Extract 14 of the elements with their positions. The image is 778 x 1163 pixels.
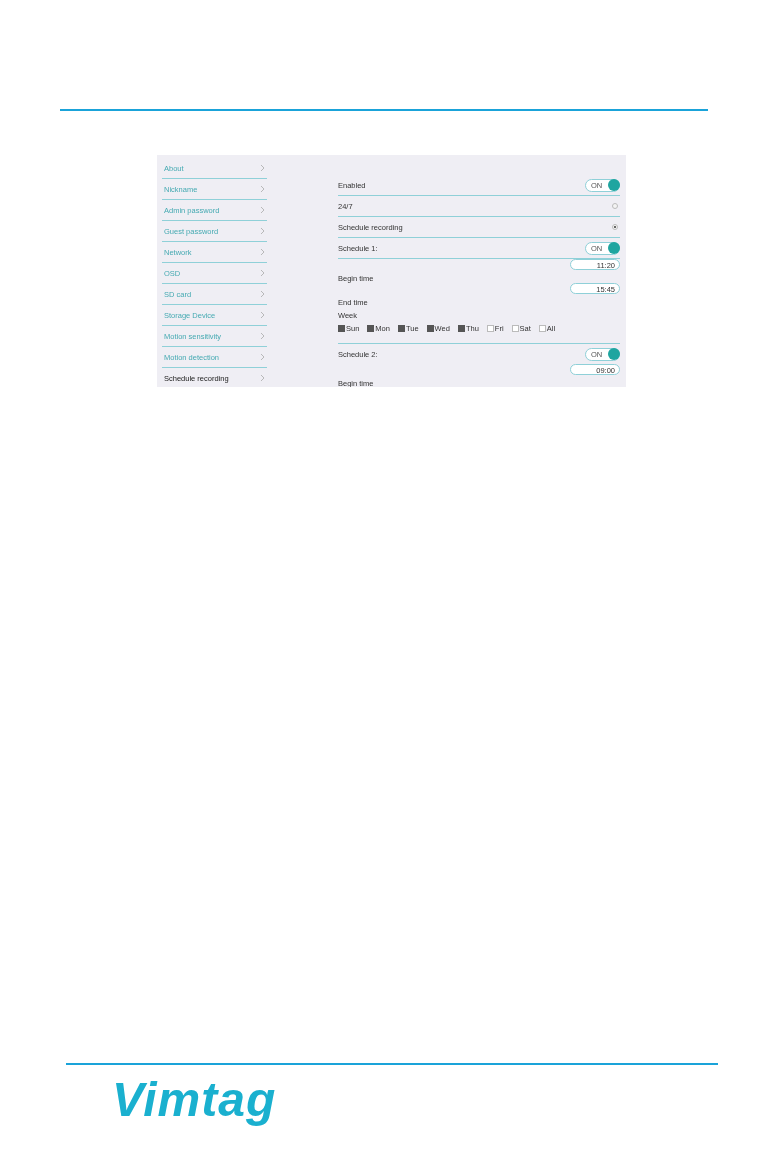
chevron-right-icon [260, 353, 265, 361]
chevron-right-icon [260, 311, 265, 319]
brand-logo: Vimtag [112, 1073, 278, 1127]
chevron-right-icon [260, 269, 265, 277]
chevron-right-icon [260, 206, 265, 214]
radio-button[interactable] [612, 203, 618, 209]
chevron-right-icon [260, 164, 265, 172]
chevron-right-icon [260, 290, 265, 298]
chevron-right-icon [260, 374, 265, 382]
chevron-right-icon [260, 332, 265, 340]
chevron-right-icon [260, 248, 265, 256]
radio-button[interactable] [612, 224, 618, 230]
chevron-right-icon [260, 185, 265, 193]
chevron-right-icon [260, 227, 265, 235]
